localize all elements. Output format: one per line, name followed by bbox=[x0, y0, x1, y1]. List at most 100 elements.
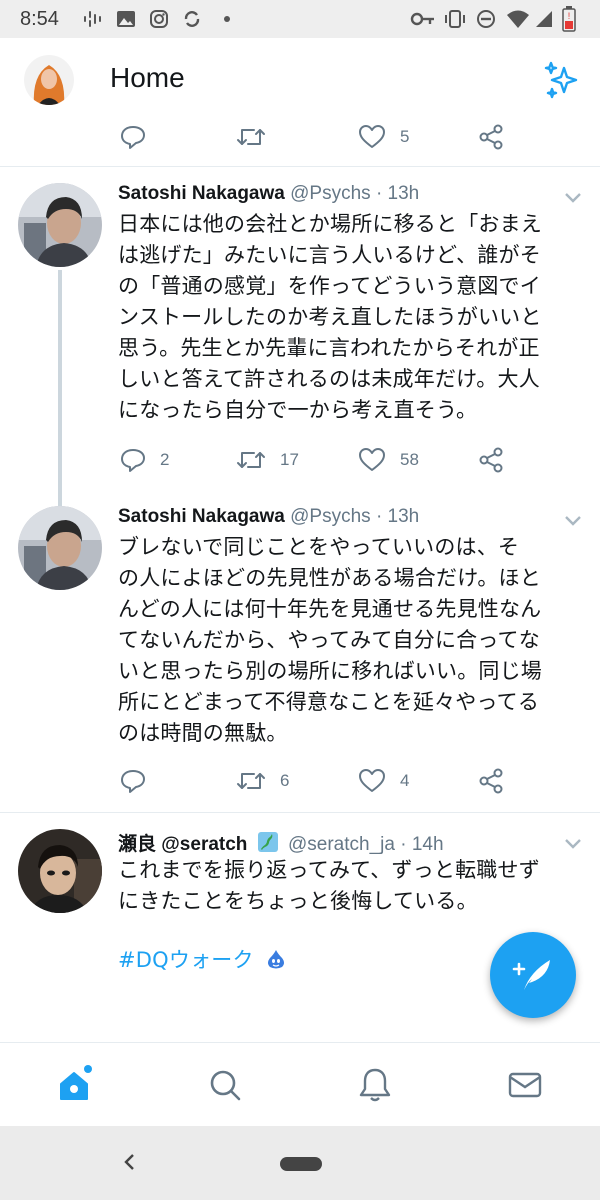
nav-messages[interactable] bbox=[505, 1065, 545, 1105]
do-not-disturb-icon bbox=[476, 9, 496, 29]
like-count: 4 bbox=[400, 771, 410, 790]
tweet-line: ブレないで同じことをやっていいのは、そ bbox=[118, 535, 520, 559]
reply-button[interactable] bbox=[120, 124, 146, 152]
system-navigation-bar bbox=[0, 1126, 600, 1200]
retweet-icon bbox=[237, 452, 265, 468]
sync-icon bbox=[182, 9, 202, 29]
retweet-button[interactable]: 17 bbox=[236, 445, 299, 475]
author-avatar[interactable] bbox=[18, 183, 102, 267]
battery-icon: ! bbox=[562, 6, 576, 32]
share-button[interactable] bbox=[478, 766, 504, 796]
slime-emoji-icon bbox=[265, 948, 287, 979]
nav-notifications[interactable] bbox=[355, 1065, 395, 1105]
share-icon bbox=[479, 124, 503, 150]
tweet-text: 日本には他の会社とか場所に移ると「おまえ は逃げた」みたいに言う人いるけど、誰が… bbox=[118, 209, 583, 426]
search-icon bbox=[210, 1070, 241, 1101]
reply-count: 2 bbox=[160, 450, 170, 469]
like-button[interactable]: 4 bbox=[358, 766, 409, 796]
author-handle[interactable]: @Psychs bbox=[290, 506, 371, 527]
tweet-line: ンストールしたのか考え直したほうがいいと bbox=[118, 305, 542, 329]
retweet-icon bbox=[237, 129, 265, 145]
tweet-header: Satoshi Nakagawa @Psychs · 13h bbox=[118, 183, 419, 205]
author-handle[interactable]: @seratch_ja bbox=[288, 834, 395, 855]
tweet-time: 13h bbox=[387, 506, 420, 527]
tweet-line: のは時間の無駄。 bbox=[118, 721, 288, 745]
reply-icon bbox=[121, 126, 145, 149]
tweet-time: 14h bbox=[411, 834, 444, 855]
tweet-line: になったら自分で一から考え直そう。 bbox=[118, 398, 478, 422]
tweet-line: てないんだから、やってみて自分に合ってな bbox=[118, 628, 540, 652]
tweet-actions: 2 17 58 bbox=[0, 445, 600, 475]
chevron-down-icon[interactable] bbox=[564, 192, 582, 204]
instagram-icon bbox=[149, 9, 169, 29]
compose-tweet-button[interactable] bbox=[490, 932, 576, 1018]
dot-icon bbox=[222, 9, 232, 29]
back-button[interactable] bbox=[118, 1150, 142, 1174]
tweet-line: にきたことをちょっと後悔している。 bbox=[118, 889, 478, 913]
author-name[interactable]: 瀬良 @seratch bbox=[118, 834, 247, 855]
vibrate-icon bbox=[444, 9, 466, 29]
tweet-time: 13h bbox=[387, 183, 420, 204]
tweet-actions: 6 4 bbox=[0, 766, 600, 796]
author-name[interactable]: Satoshi Nakagawa bbox=[118, 183, 285, 204]
tweet-line: は逃げた」みたいに言う人いるけど、誰がそ bbox=[118, 243, 541, 267]
reply-icon bbox=[121, 449, 145, 472]
tweet-line: しいと答えて許されるのは未成年だけ。大人 bbox=[118, 367, 540, 391]
meta-dot: · bbox=[375, 183, 383, 204]
tweet[interactable]: Satoshi Nakagawa @Psychs · 13h ブレないで同じこと… bbox=[0, 500, 600, 812]
hashtag-link[interactable]: #DQウォーク bbox=[118, 948, 254, 972]
tweet-header: Satoshi Nakagawa @Psychs · 13h bbox=[118, 506, 419, 528]
author-name[interactable]: Satoshi Nakagawa bbox=[118, 506, 285, 527]
tweet-line: の人によほどの先見性がある場合だけ。ほと bbox=[118, 566, 541, 590]
meta-dot: · bbox=[375, 506, 383, 527]
meta-dot: · bbox=[400, 834, 407, 855]
chevron-down-icon[interactable] bbox=[564, 838, 582, 850]
author-avatar[interactable] bbox=[18, 829, 102, 913]
retweet-button[interactable] bbox=[236, 124, 266, 152]
nav-home[interactable] bbox=[56, 1065, 96, 1105]
like-button[interactable]: 58 bbox=[358, 445, 419, 475]
author-avatar[interactable] bbox=[18, 506, 102, 590]
home-icon bbox=[60, 1065, 92, 1100]
share-button[interactable] bbox=[478, 445, 504, 475]
app-header: Home bbox=[0, 38, 600, 124]
tweet[interactable]: Satoshi Nakagawa @Psychs · 13h 日本には他の会社と… bbox=[0, 167, 600, 511]
retweet-count: 6 bbox=[280, 771, 290, 790]
svg-text:!: ! bbox=[568, 11, 571, 21]
status-time: 8:54 bbox=[20, 8, 59, 30]
sparkle-icon[interactable] bbox=[542, 60, 582, 100]
reply-button[interactable] bbox=[120, 766, 146, 796]
retweet-count: 17 bbox=[280, 450, 299, 469]
tweet-line: いと思ったら別の場所に移ればいい。同じ場 bbox=[118, 659, 542, 683]
like-button[interactable]: 5 bbox=[358, 124, 409, 152]
retweet-button[interactable]: 6 bbox=[236, 766, 289, 796]
like-icon bbox=[359, 448, 385, 471]
reply-button[interactable]: 2 bbox=[120, 445, 169, 475]
messages-icon bbox=[508, 1072, 542, 1098]
tweet-line: 思う。先生とか先輩に言われたからそれが正 bbox=[118, 336, 540, 360]
like-count: 58 bbox=[400, 450, 419, 469]
chevron-down-icon[interactable] bbox=[564, 515, 582, 527]
profile-avatar[interactable] bbox=[24, 55, 74, 105]
share-button[interactable] bbox=[478, 124, 504, 152]
podcast-icon bbox=[82, 9, 104, 29]
nav-search[interactable] bbox=[205, 1065, 245, 1105]
tweet-line: 所にとどまって不得意なことを延々やってる bbox=[118, 690, 540, 714]
cell-signal-icon bbox=[534, 9, 554, 29]
tweet-actions: 5 bbox=[0, 124, 600, 152]
chevron-left-icon bbox=[124, 1154, 134, 1170]
tweet-line: の「普通の感覚」を作ってどういう意図でイ bbox=[118, 274, 541, 298]
share-icon bbox=[479, 447, 503, 473]
bottom-navigation bbox=[0, 1042, 600, 1126]
author-handle[interactable]: @Psychs bbox=[290, 183, 371, 204]
notifications-icon bbox=[359, 1068, 391, 1102]
tweet-line: これまでを振り返ってみて、ずっと転職せず bbox=[118, 858, 540, 882]
home-gesture-pill[interactable] bbox=[280, 1157, 322, 1171]
timeline[interactable]: 5 Satoshi Nakagawa @Psychs · 13h 日本には他の会… bbox=[0, 124, 600, 1042]
key-icon bbox=[410, 9, 436, 29]
page-title: Home bbox=[110, 62, 185, 93]
tweet-line: 日本には他の会社とか場所に移ると「おまえ bbox=[118, 212, 542, 236]
like-icon bbox=[359, 769, 385, 792]
tweet-line: んどの人には何十年先を見通せる先見性なん bbox=[118, 597, 542, 621]
wifi-icon bbox=[506, 9, 530, 29]
